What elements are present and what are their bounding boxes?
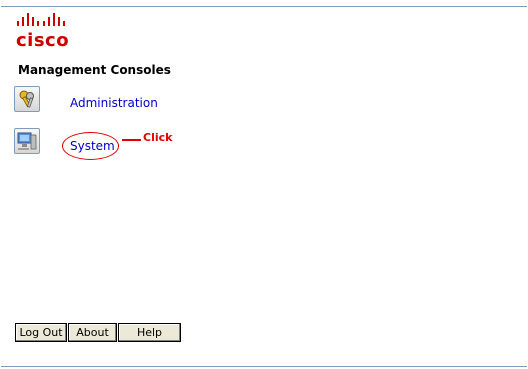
highlight-oval xyxy=(62,132,119,160)
top-divider xyxy=(1,6,527,7)
cisco-logo-text: cisco xyxy=(16,30,70,51)
callout-click-label: Click xyxy=(143,131,173,144)
about-button[interactable]: About xyxy=(68,323,117,342)
bottom-divider xyxy=(1,366,527,367)
system-computer-icon[interactable] xyxy=(14,128,40,154)
cisco-logo: cisco xyxy=(16,12,86,52)
administration-link[interactable]: Administration xyxy=(70,96,158,110)
help-button[interactable]: Help xyxy=(118,323,181,342)
admin-keys-icon[interactable] xyxy=(14,86,40,112)
page-title: Management Consoles xyxy=(18,63,171,77)
logout-button[interactable]: Log Out xyxy=(15,323,67,342)
callout-line xyxy=(122,139,141,141)
cisco-logo-bars-icon xyxy=(17,13,65,26)
